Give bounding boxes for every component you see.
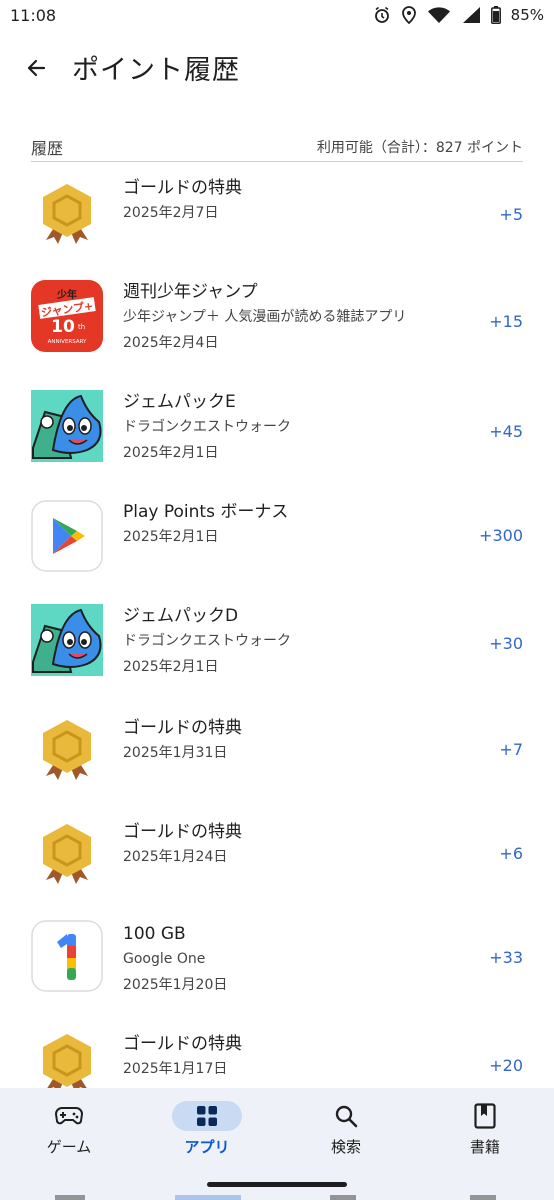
nav-label: ゲーム <box>46 1138 92 1156</box>
shonen-jump-app-icon: 少年 ジャンプ+ 10 th ANNIVERSARY <box>31 280 103 352</box>
item-title: ゴールドの特典 <box>123 718 242 738</box>
dragon-quest-walk-icon <box>31 390 103 462</box>
google-one-icon <box>31 920 103 992</box>
history-item[interactable]: Play Points ボーナス 2025年2月1日 +300 <box>0 486 554 586</box>
item-subtitle: ドラゴンクエストウォーク <box>123 633 291 649</box>
battery-icon <box>490 6 501 24</box>
item-texts: Play Points ボーナス 2025年2月1日 <box>123 486 453 550</box>
item-date: 2025年1月31日 <box>123 745 228 761</box>
item-texts: ジェムパックD ドラゴンクエストウォーク 2025年2月1日 <box>123 590 453 680</box>
gold-medal-icon <box>31 820 103 892</box>
app-bar: ポイント履歴 <box>0 34 554 100</box>
gesture-handle[interactable] <box>207 1182 347 1187</box>
item-points: +15 <box>489 312 523 331</box>
item-points: +45 <box>489 422 523 441</box>
back-button[interactable] <box>16 50 56 86</box>
alarm-icon <box>373 6 391 24</box>
item-texts: ゴールドの特典 2025年1月31日 <box>123 702 453 766</box>
bookmark-book-icon <box>457 1101 513 1131</box>
item-title: Play Points ボーナス <box>123 502 289 522</box>
item-date: 2025年2月4日 <box>123 335 219 351</box>
history-item[interactable]: 少年 ジャンプ+ 10 th ANNIVERSARY 週刊少年ジャンプ 少年ジャ… <box>0 266 554 366</box>
jump-icon-text-ann: ANNIVERSARY <box>48 339 87 345</box>
item-points: +33 <box>489 948 523 967</box>
history-item[interactable]: ゴールドの特典 2025年1月17日 +20 <box>0 1018 554 1088</box>
ghost-icon <box>55 1195 85 1200</box>
item-texts: ゴールドの特典 2025年1月24日 <box>123 806 453 870</box>
item-date: 2025年1月17日 <box>123 1061 228 1077</box>
item-title: ゴールドの特典 <box>123 1034 242 1054</box>
item-points: +5 <box>499 205 523 224</box>
item-texts: 100 GB Google One 2025年1月20日 <box>123 908 453 998</box>
history-item[interactable]: ジェムパックE ドラゴンクエストウォーク 2025年2月1日 +45 <box>0 376 554 476</box>
gold-medal-icon <box>31 1030 103 1088</box>
item-date: 2025年2月1日 <box>123 445 219 461</box>
item-title: 週刊少年ジャンプ <box>123 282 258 302</box>
nav-item-search[interactable]: 検索 <box>291 1088 401 1170</box>
item-texts: ゴールドの特典 2025年2月7日 <box>123 162 453 226</box>
nav-item-games[interactable]: ゲーム <box>14 1088 124 1170</box>
item-title: 100 GB <box>123 924 186 944</box>
item-texts: ゴールドの特典 2025年1月17日 <box>123 1018 453 1082</box>
history-item[interactable]: 100 GB Google One 2025年1月20日 +33 <box>0 908 554 1008</box>
location-icon <box>401 6 417 24</box>
status-time: 11:08 <box>10 6 57 25</box>
section-header: 履歴 利用可能（合計）：827 ポイント <box>31 133 523 162</box>
history-item[interactable]: ゴールドの特典 2025年1月24日 +6 <box>0 806 554 906</box>
section-label: 履歴 <box>31 139 64 158</box>
bottom-nav: ゲーム アプリ 検索 書籍 <box>0 1088 554 1170</box>
item-points: +6 <box>499 844 523 863</box>
item-points: +20 <box>489 1056 523 1075</box>
jump-icon-text-big: 10 <box>51 317 75 337</box>
item-texts: ジェムパックE ドラゴンクエストウォーク 2025年2月1日 <box>123 376 453 466</box>
item-title: ジェムパックD <box>123 606 239 626</box>
dragon-quest-walk-icon <box>31 604 103 676</box>
ghost-icon <box>330 1195 356 1200</box>
item-points: +30 <box>489 634 523 653</box>
arrow-back-icon <box>27 59 46 77</box>
nav-item-books[interactable]: 書籍 <box>430 1088 540 1170</box>
nav-label: アプリ <box>184 1138 230 1156</box>
nav-label: 書籍 <box>469 1138 500 1156</box>
item-date: 2025年1月20日 <box>123 977 228 993</box>
gesture-area <box>0 1170 554 1200</box>
status-icons: 85% <box>373 6 544 24</box>
battery-percent: 85% <box>510 6 544 24</box>
gold-medal-icon <box>31 716 103 788</box>
item-title: ゴールドの特典 <box>123 178 242 198</box>
google-play-icon <box>31 500 103 572</box>
wifi-icon <box>427 6 451 24</box>
item-date: 2025年1月24日 <box>123 849 228 865</box>
item-subtitle: 少年ジャンプ＋ 人気漫画が読める雑誌アプリ <box>123 309 407 325</box>
page-title: ポイント履歴 <box>72 55 240 86</box>
ghost-icon <box>175 1195 241 1200</box>
item-texts: 週刊少年ジャンプ 少年ジャンプ＋ 人気漫画が読める雑誌アプリ 2025年2月4日 <box>123 266 453 356</box>
history-item[interactable]: ジェムパックD ドラゴンクエストウォーク 2025年2月1日 +30 <box>0 590 554 690</box>
jump-icon-text-small: th <box>78 323 85 331</box>
history-list[interactable]: ゴールドの特典 2025年2月7日 +5 少年 ジャンプ+ 10 th ANNI… <box>0 162 554 1088</box>
jump-icon-text-top: 少年 <box>56 288 77 301</box>
history-item[interactable]: ゴールドの特典 2025年2月7日 +5 <box>0 162 554 262</box>
signal-icon <box>461 6 481 24</box>
gamepad-icon <box>41 1101 97 1131</box>
item-date: 2025年2月1日 <box>123 659 219 675</box>
item-date: 2025年2月7日 <box>123 205 219 221</box>
item-points: +300 <box>479 526 523 545</box>
gold-medal-icon <box>31 180 103 252</box>
search-icon <box>318 1101 374 1131</box>
nav-item-apps[interactable]: アプリ <box>152 1088 262 1170</box>
item-subtitle: Google One <box>123 951 206 967</box>
ghost-icon <box>470 1195 496 1200</box>
item-title: ジェムパックE <box>123 392 236 412</box>
item-points: +7 <box>499 740 523 759</box>
history-item[interactable]: ゴールドの特典 2025年1月31日 +7 <box>0 702 554 802</box>
status-bar: 11:08 85% <box>0 0 554 34</box>
nav-label: 検索 <box>330 1138 361 1156</box>
item-subtitle: ドラゴンクエストウォーク <box>123 419 291 435</box>
available-points: 利用可能（合計）：827 ポイント <box>316 140 523 156</box>
apps-grid-icon <box>172 1101 242 1131</box>
item-title: ゴールドの特典 <box>123 822 242 842</box>
item-date: 2025年2月1日 <box>123 529 219 545</box>
